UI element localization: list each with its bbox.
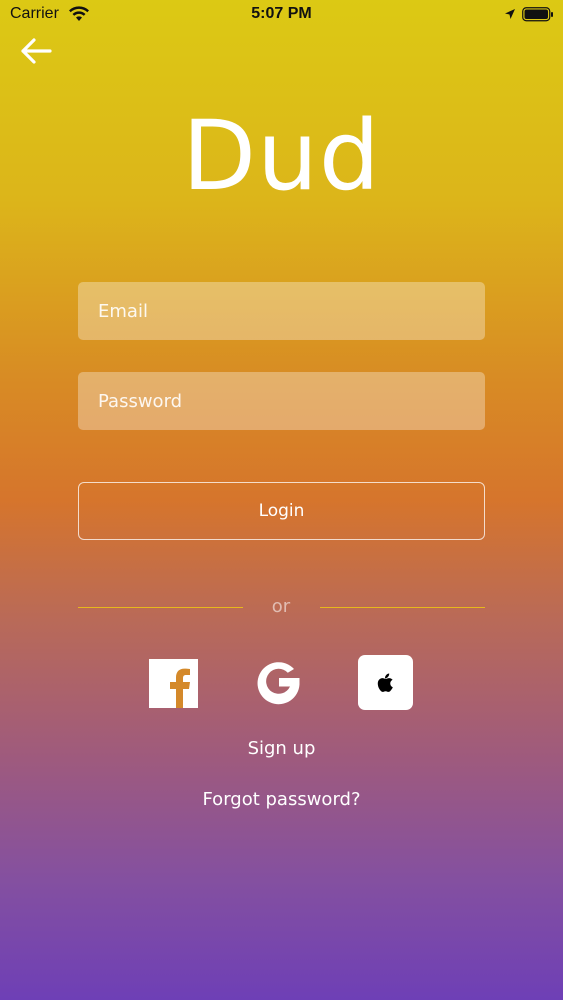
apple-icon (377, 673, 393, 692)
back-button[interactable] (18, 34, 54, 68)
status-time: 5:07 PM (251, 5, 312, 22)
divider-line-right (320, 607, 485, 608)
apple-login-button[interactable] (358, 655, 413, 710)
sign-up-link[interactable]: Sign up (0, 738, 563, 759)
battery-icon (522, 7, 554, 27)
divider-or-text: or (271, 596, 291, 617)
status-bar: Carrier 5:07 PM (0, 0, 563, 30)
facebook-icon (149, 659, 198, 708)
login-button[interactable]: Login (78, 482, 485, 540)
google-icon (257, 662, 300, 705)
facebook-login-button[interactable] (149, 659, 198, 708)
divider-line-left (78, 607, 243, 608)
google-login-button[interactable] (251, 655, 306, 710)
arrow-left-icon (21, 38, 52, 64)
location-arrow-icon (504, 8, 516, 26)
email-field[interactable] (78, 282, 485, 340)
app-logo: Dud (182, 100, 381, 212)
password-field[interactable] (78, 372, 485, 430)
forgot-password-link[interactable]: Forgot password? (0, 789, 563, 810)
